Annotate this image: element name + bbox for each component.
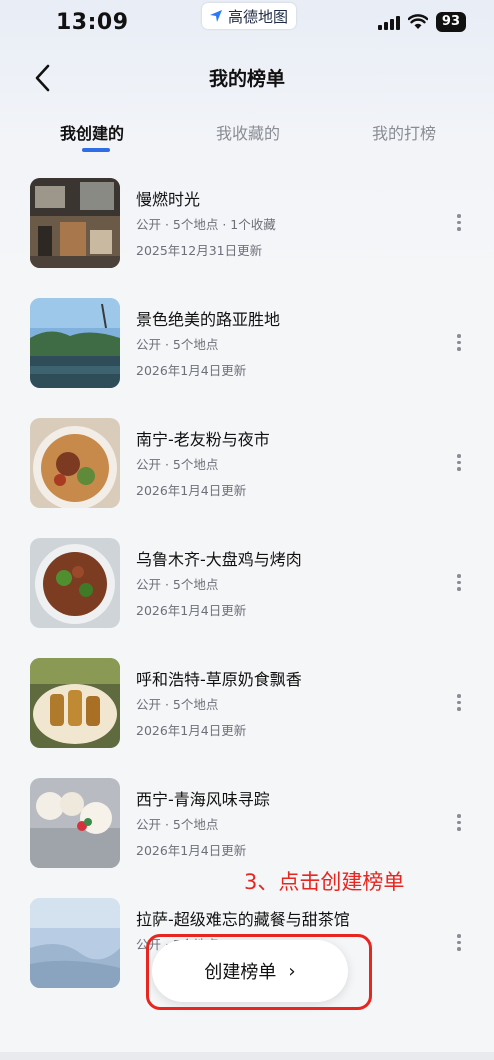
more-options-icon[interactable] bbox=[452, 454, 466, 474]
app-indicator-pill[interactable]: 高德地图 bbox=[202, 3, 297, 29]
list-item[interactable]: 乌鲁木齐-大盘鸡与烤肉 公开 · 5个地点 2026年1月4日更新 bbox=[0, 530, 494, 650]
chicken-plate-image bbox=[30, 538, 120, 628]
tab-bar: 我创建的 我收藏的 我的打榜 bbox=[0, 120, 494, 160]
lake-landscape-image bbox=[30, 298, 120, 388]
list-thumbnail bbox=[30, 538, 120, 628]
list-thumbnail bbox=[30, 418, 120, 508]
instruction-annotation: 3、点击创建榜单 bbox=[244, 870, 405, 894]
battery-indicator: 93 bbox=[435, 12, 466, 32]
list-item-title: 慢燃时光 bbox=[136, 190, 201, 209]
list-item-meta: 公开 · 5个地点 bbox=[136, 817, 219, 832]
list-item-meta: 公开 · 5个地点 bbox=[136, 697, 219, 712]
list-item-date: 2025年12月31日更新 bbox=[136, 243, 263, 258]
list-item[interactable]: 慢燃时光 公开 · 5个地点 · 1个收藏 2025年12月31日更新 bbox=[0, 170, 494, 290]
more-options-icon[interactable] bbox=[452, 814, 466, 834]
list-thumbnail bbox=[30, 178, 120, 268]
list-item-date: 2026年1月4日更新 bbox=[136, 483, 247, 498]
list-item-meta: 公开 · 5个地点 bbox=[136, 577, 219, 592]
list-thumbnail bbox=[30, 898, 120, 988]
bottom-bar bbox=[0, 1052, 494, 1060]
active-tab-indicator bbox=[82, 148, 110, 152]
list-item-title: 西宁-青海风味寻踪 bbox=[136, 790, 270, 809]
list-item[interactable]: 呼和浩特-草原奶食飘香 公开 · 5个地点 2026年1月4日更新 bbox=[0, 650, 494, 770]
navigation-arrow-icon bbox=[210, 10, 222, 22]
page-title: 我的榜单 bbox=[208, 68, 285, 90]
fried-dish-image bbox=[30, 658, 120, 748]
list-thumbnail bbox=[30, 658, 120, 748]
list-item-title: 拉萨-超级难忘的藏餐与甜茶馆 bbox=[136, 910, 350, 929]
steamed-buns-image bbox=[30, 778, 120, 868]
list-item-title: 南宁-老友粉与夜市 bbox=[136, 430, 270, 449]
status-bar: 13:09 高德地图 93 bbox=[0, 0, 494, 48]
list-item-meta: 公开 · 5个地点 bbox=[136, 337, 219, 352]
list-item-meta: 公开 · 5个地点 bbox=[136, 457, 219, 472]
tab-created[interactable]: 我创建的 bbox=[60, 120, 124, 144]
list-item-title: 景色绝美的路亚胜地 bbox=[136, 310, 281, 329]
list-item[interactable]: 南宁-老友粉与夜市 公开 · 5个地点 2026年1月4日更新 bbox=[0, 410, 494, 530]
status-time: 13:09 bbox=[56, 10, 129, 35]
list-thumbnail bbox=[30, 298, 120, 388]
list-item-date: 2026年1月4日更新 bbox=[136, 603, 247, 618]
more-options-icon[interactable] bbox=[452, 334, 466, 354]
more-options-icon[interactable] bbox=[452, 574, 466, 594]
annotation-highlight-box bbox=[146, 934, 372, 1010]
list-item-title: 乌鲁木齐-大盘鸡与烤肉 bbox=[136, 550, 302, 569]
list-item-date: 2026年1月4日更新 bbox=[136, 363, 247, 378]
more-options-icon[interactable] bbox=[452, 694, 466, 714]
tab-favorited[interactable]: 我收藏的 bbox=[216, 120, 280, 144]
more-options-icon[interactable] bbox=[452, 214, 466, 234]
list-item[interactable]: 景色绝美的路亚胜地 公开 · 5个地点 2026年1月4日更新 bbox=[0, 290, 494, 410]
cafe-interior-image bbox=[30, 178, 120, 268]
wifi-icon bbox=[407, 14, 428, 29]
system-icons: 93 bbox=[377, 12, 466, 32]
app-name: 高德地图 bbox=[228, 7, 289, 26]
noodle-bowl-image bbox=[30, 418, 120, 508]
tab-ranked[interactable]: 我的打榜 bbox=[372, 120, 436, 144]
more-options-icon[interactable] bbox=[452, 934, 466, 954]
cellular-signal-icon bbox=[377, 14, 400, 30]
list-item-title: 呼和浩特-草原奶食飘香 bbox=[136, 670, 302, 689]
list-item-date: 2026年1月4日更新 bbox=[136, 843, 247, 858]
list-item-date: 2026年1月4日更新 bbox=[136, 723, 247, 738]
list-item-meta: 公开 · 5个地点 · 1个收藏 bbox=[136, 217, 276, 232]
sky-view-image bbox=[30, 898, 120, 988]
list-thumbnail bbox=[30, 778, 120, 868]
